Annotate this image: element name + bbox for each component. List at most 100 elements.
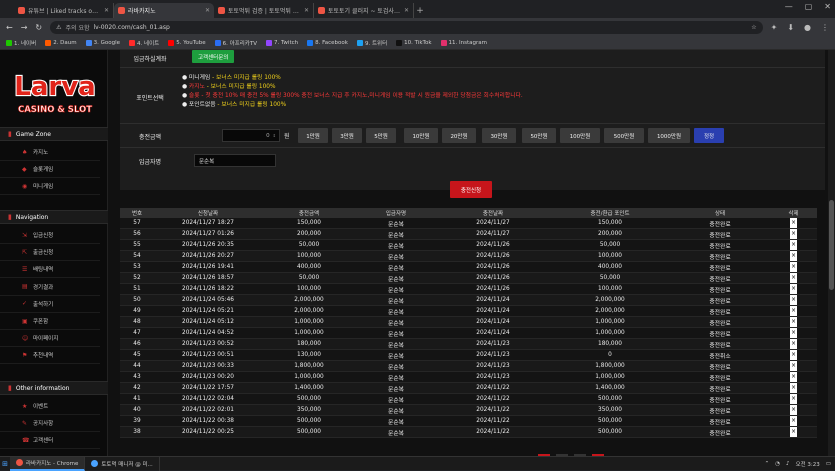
point-option[interactable]: ● 미니게임 - 보너스 미지급 롤링 100%: [182, 74, 523, 83]
close-icon[interactable]: ✕: [824, 2, 831, 11]
amount-button[interactable]: 100만원: [560, 128, 600, 143]
reset-button[interactable]: 정정: [694, 128, 724, 143]
reload-icon[interactable]: ↻: [35, 23, 42, 32]
new-tab-button[interactable]: +: [414, 3, 426, 18]
sidebar-item[interactable]: ⇲ 입금신청: [0, 227, 100, 244]
radio-icon[interactable]: ●: [182, 102, 189, 108]
browser-tab[interactable]: 토토토기 클러지 ~ 토검사 - 토 ✕: [314, 3, 414, 18]
tab-close-icon[interactable]: ✕: [104, 7, 109, 14]
bookmark-item[interactable]: 9. 트위터: [356, 39, 387, 47]
delete-icon[interactable]: ×: [790, 394, 797, 405]
tab-close-icon[interactable]: ✕: [304, 7, 309, 14]
bookmark-item[interactable]: 11. Instagram: [440, 39, 487, 46]
delete-icon[interactable]: ×: [790, 295, 797, 306]
sidebar-item[interactable]: ☰ 배팅내역: [0, 261, 100, 279]
amount-button[interactable]: 50만원: [522, 128, 556, 143]
site-logo[interactable]: Larva CASINO & SLOT: [10, 62, 100, 122]
delete-icon[interactable]: ×: [790, 229, 797, 240]
browser-tab[interactable]: 토토먹튀 검증 | 토토먹튀 - 토토 ✕: [214, 3, 314, 18]
menu-icon[interactable]: ⋮: [821, 23, 829, 32]
sidebar-item[interactable]: ♠ 카지노: [0, 144, 100, 161]
sidebar-item[interactable]: ⇱ 출금신청: [0, 244, 100, 262]
delete-icon[interactable]: ×: [790, 383, 797, 394]
delete-icon[interactable]: ×: [790, 218, 797, 229]
delete-icon[interactable]: ×: [790, 350, 797, 361]
amount-button[interactable]: 30만원: [482, 128, 516, 143]
sidebar-item[interactable]: ◉ 미니게임: [0, 178, 100, 196]
amount-button[interactable]: 1000만원: [648, 128, 690, 143]
delete-icon[interactable]: ×: [790, 317, 797, 328]
bookmark-item[interactable]: 7. Twitch: [265, 39, 298, 46]
amount-button[interactable]: 5만원: [366, 128, 396, 143]
clock[interactable]: 오전 3:23: [796, 460, 820, 468]
bookmark-item[interactable]: 2. Daum: [45, 39, 77, 46]
delete-icon[interactable]: ×: [790, 240, 797, 251]
browser-tab[interactable]: 라바카지노 ✕: [114, 3, 214, 18]
delete-icon[interactable]: ×: [790, 306, 797, 317]
bookmark-item[interactable]: 5. YouTube: [168, 39, 206, 46]
stepper-icon[interactable]: ⇕: [273, 133, 276, 138]
sidebar-item[interactable]: ☺ 마이페이지: [0, 330, 100, 348]
sidebar-item[interactable]: ★ 이벤트: [0, 398, 100, 415]
back-icon[interactable]: ←: [6, 23, 13, 32]
tab-close-icon[interactable]: ✕: [404, 7, 409, 14]
tray-chevron-icon[interactable]: ⌃: [765, 461, 770, 467]
delete-icon[interactable]: ×: [790, 284, 797, 295]
minimize-icon[interactable]: —: [785, 2, 793, 11]
sidebar-item[interactable]: ✓ 출석하기: [0, 296, 100, 313]
submit-deposit-button[interactable]: 충전신청: [450, 181, 492, 198]
radio-icon[interactable]: ●: [182, 84, 189, 90]
delete-icon[interactable]: ×: [790, 328, 797, 339]
delete-icon[interactable]: ×: [790, 372, 797, 383]
extensions-icon[interactable]: ✦: [771, 23, 778, 32]
sidebar-item[interactable]: ▤ 경기결과: [0, 279, 100, 296]
taskbar-app[interactable]: 라바카지노 - Chrome: [10, 456, 86, 471]
radio-icon[interactable]: ●: [182, 75, 189, 81]
sidebar-item[interactable]: ⚑ 추천내역: [0, 347, 100, 365]
bookmark-item[interactable]: 1. 네이버: [6, 39, 36, 47]
tab-close-icon[interactable]: ✕: [205, 7, 210, 14]
delete-icon[interactable]: ×: [790, 251, 797, 262]
depositor-input[interactable]: 문순복: [194, 154, 276, 167]
sidebar-item[interactable]: ✎ 공지사항: [0, 415, 100, 433]
point-option[interactable]: ● 카지노 - 보너스 미지급 롤링 100%: [182, 83, 523, 92]
browser-tab[interactable]: 유튜브 | Liked tracks on Sound✕: [14, 3, 114, 18]
network-icon[interactable]: ◔: [775, 461, 780, 467]
address-bar[interactable]: ⚠ 주의 요함 lv-0020.com/cash_01.asp ☆: [50, 20, 763, 34]
sidebar-item[interactable]: ▣ 쿠폰함: [0, 313, 100, 330]
amount-button[interactable]: 10만원: [404, 128, 438, 143]
bookmark-item[interactable]: 8. Facebook: [307, 39, 348, 46]
profile-icon[interactable]: ●: [804, 23, 811, 32]
delete-icon[interactable]: ×: [790, 427, 797, 438]
amount-button[interactable]: 500만원: [604, 128, 644, 143]
page-scrollbar[interactable]: [828, 50, 835, 456]
delete-icon[interactable]: ×: [790, 339, 797, 350]
taskbar-app[interactable]: 토토먹 매니저 @ 미...: [85, 456, 160, 471]
bookmark-item[interactable]: 10. TikTok: [396, 39, 432, 46]
bookmark-item[interactable]: 3. Google: [85, 39, 120, 46]
radio-icon[interactable]: ●: [182, 93, 189, 99]
volume-icon[interactable]: ♪: [786, 461, 790, 467]
star-icon[interactable]: ☆: [751, 24, 756, 31]
forward-icon[interactable]: →: [21, 23, 28, 32]
download-icon[interactable]: ⬇: [787, 23, 794, 32]
sidebar-item[interactable]: ◆ 슬롯게임: [0, 161, 100, 179]
sidebar-item[interactable]: ☎ 고객센터: [0, 432, 100, 450]
amount-button[interactable]: 1만원: [298, 128, 328, 143]
delete-icon[interactable]: ×: [790, 262, 797, 273]
delete-icon[interactable]: ×: [790, 273, 797, 284]
point-option[interactable]: ● 포인트없음 - 보너스 미지급 롤링 100%: [182, 101, 523, 110]
delete-icon[interactable]: ×: [790, 361, 797, 372]
notification-icon[interactable]: ▭: [826, 461, 831, 467]
amount-button[interactable]: 3만원: [332, 128, 362, 143]
scrollbar-thumb[interactable]: [829, 200, 834, 290]
bookmark-item[interactable]: 6. 아프리카TV: [214, 39, 257, 47]
point-option[interactable]: ● 슬롯 - 첫 충전 10% 매 충전 5% 롤링 300% 충전 보너스 지…: [182, 92, 523, 101]
windows-start-icon[interactable]: ⊞: [0, 457, 10, 471]
maximize-icon[interactable]: ▢: [805, 2, 813, 11]
delete-icon[interactable]: ×: [790, 416, 797, 427]
amount-button[interactable]: 20만원: [442, 128, 476, 143]
consult-button[interactable]: 고객센터문의: [192, 50, 235, 63]
bookmark-item[interactable]: 4. 네이트: [129, 39, 159, 47]
delete-icon[interactable]: ×: [790, 405, 797, 416]
